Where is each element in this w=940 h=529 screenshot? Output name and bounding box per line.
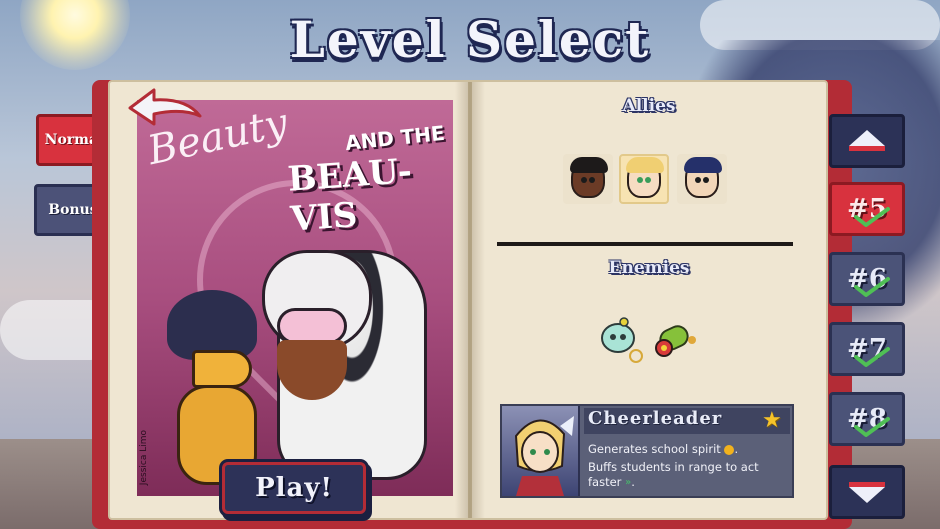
speed-buff-icon: » — [625, 477, 632, 488]
info-line-2: Buffs students in range to act faster — [588, 460, 759, 489]
book-spine — [455, 82, 485, 518]
back-arrow-icon[interactable] — [124, 86, 204, 134]
ally-face-icon — [570, 157, 608, 198]
scroll-up-button[interactable] — [829, 114, 905, 168]
checkmark-icon — [854, 347, 890, 367]
level-cover-art: Beauty AND THE BEAU-VIS Jessica Limo — [137, 100, 453, 496]
checkmark-icon — [854, 207, 890, 227]
play-button[interactable]: Play! — [222, 462, 366, 514]
bird-beak — [192, 350, 252, 388]
info-description: Generates school spirit . Buffs students… — [588, 442, 759, 489]
cow-snout — [277, 308, 347, 344]
section-divider — [497, 242, 793, 246]
arrow-down-icon — [849, 482, 885, 503]
ally-face-icon — [684, 157, 722, 198]
enemy-cannon-icon[interactable] — [650, 316, 700, 366]
star-icon: ★ — [762, 408, 782, 433]
ally-portrait-1[interactable] — [563, 154, 613, 204]
school-spirit-icon — [724, 444, 735, 455]
ally-portrait-3[interactable] — [677, 154, 727, 204]
info-line-1: Generates school spirit — [588, 442, 721, 456]
artist-signature: Jessica Limo — [139, 430, 149, 486]
scroll-down-button[interactable] — [829, 465, 905, 519]
page-title: Level Select — [289, 10, 651, 69]
enemies-heading: Enemies — [608, 258, 690, 278]
checkmark-icon — [854, 277, 890, 297]
level-6-button[interactable]: #6 — [829, 252, 905, 306]
level-7-button[interactable]: #7 — [829, 322, 905, 376]
allies-heading: Allies — [622, 96, 676, 116]
ally-portrait-2[interactable] — [619, 154, 669, 204]
info-title: Cheerleader — [588, 408, 723, 429]
checkmark-icon — [854, 417, 890, 437]
level-8-button[interactable]: #8 — [829, 392, 905, 446]
ally-face-icon — [626, 157, 664, 198]
level-5-button[interactable]: #5 — [829, 182, 905, 236]
enemy-ghost-icon[interactable] — [596, 316, 646, 366]
cover-subtitle: BEAU-VIS — [286, 151, 414, 240]
bird-character — [157, 290, 267, 490]
cheerleader-portrait — [502, 406, 580, 496]
arrow-up-icon — [849, 130, 885, 151]
